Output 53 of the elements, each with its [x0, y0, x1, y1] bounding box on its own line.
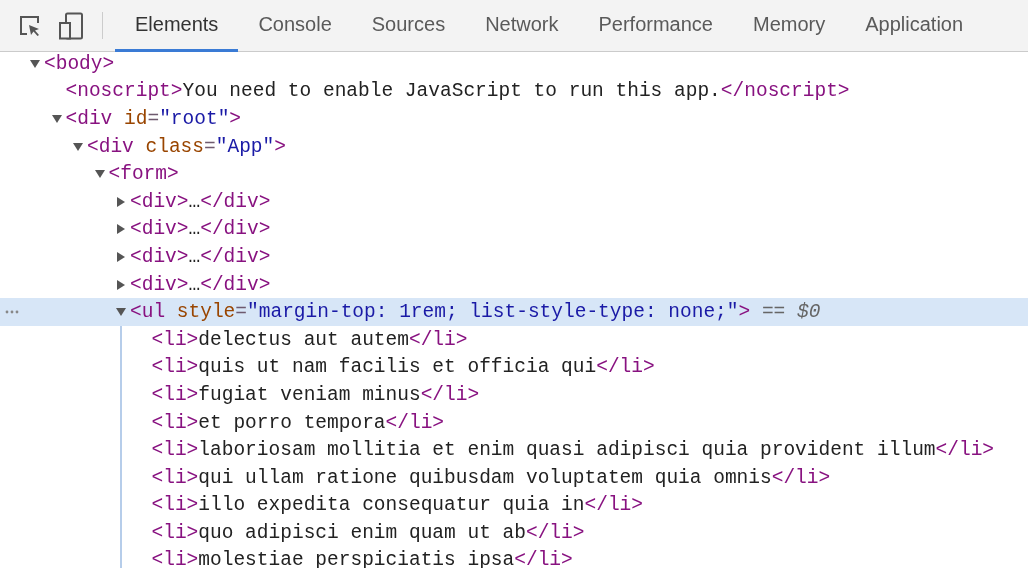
dom-node-row[interactable]: <li>laboriosam mollitia et enim quasi adipisci quia provident illum</li>	[0, 436, 1028, 464]
dom-node-row[interactable]: <div class="App">	[0, 132, 1028, 161]
panel-tab[interactable]: Memory	[733, 0, 846, 52]
html-markup: <li>et porro tempora</li>	[151, 411, 445, 434]
dom-node-row[interactable]: <form>	[0, 160, 1028, 188]
html-markup: <li>delectus aut autem</li>	[151, 328, 468, 351]
html-markup: <li>quo adipisci enim quam ut ab</li>	[151, 521, 585, 544]
html-markup: <noscript>You need to enable JavaScript to run this app.</noscript>	[65, 80, 850, 103]
panel-tab[interactable]: Network	[465, 0, 579, 52]
html-markup: <div>…</div>	[130, 273, 271, 296]
dom-node-row[interactable]: <li>qui ullam ratione quibusdam voluptatem quia omnis</li>	[0, 463, 1028, 492]
html-markup: <div>…</div>	[130, 218, 271, 241]
panel-tab[interactable]: Console	[238, 0, 352, 52]
dom-node-row[interactable]: <li>illo expedita consequatur quia in</li>	[0, 491, 1028, 520]
dom-node-row[interactable]: <noscript>You need to enable JavaScript to run this app.</noscript>	[0, 77, 1028, 106]
collapse-triangle-icon[interactable]	[116, 196, 126, 207]
html-markup: <li>qui ullam ratione quibusdam voluptatem quia omnis</li>	[151, 466, 831, 489]
html-markup: <div>…</div>	[130, 190, 271, 213]
html-markup: <body>	[44, 52, 115, 75]
dom-node-row[interactable]: <li>delectus aut autem</li>	[0, 325, 1028, 354]
expand-triangle-icon[interactable]	[116, 307, 126, 318]
dom-node-row[interactable]: <li>et porro tempora</li>	[0, 408, 1028, 437]
html-markup: <form>	[108, 163, 179, 186]
panel-tab[interactable]: Elements	[115, 0, 239, 52]
dom-node-row[interactable]: <div>…</div>	[0, 187, 1028, 216]
dom-node-row[interactable]: <div>…</div>	[0, 270, 1028, 299]
expand-triangle-icon[interactable]	[30, 58, 40, 69]
expand-triangle-icon[interactable]	[94, 169, 105, 180]
more-icon[interactable]	[5, 310, 19, 315]
expand-triangle-icon[interactable]	[51, 114, 62, 124]
collapse-triangle-icon[interactable]	[116, 224, 126, 235]
dom-node-row[interactable]: <div>…</div>	[0, 215, 1028, 244]
html-markup: <li>laboriosam mollitia et enim quasi adipisci quia provident illum</li>	[151, 439, 995, 462]
panel-tab[interactable]: Sources	[351, 0, 466, 52]
html-markup: <div class="App">	[87, 135, 286, 158]
collapse-triangle-icon[interactable]	[116, 251, 126, 262]
dom-node-row[interactable]: <div>…</div>	[0, 243, 1028, 271]
html-markup: <div>…</div>	[130, 245, 271, 268]
expand-triangle-icon[interactable]	[73, 141, 83, 152]
dom-node-row[interactable]: <li>quis ut nam facilis et officia qui</li>	[0, 353, 1028, 382]
collapse-triangle-icon[interactable]	[116, 279, 126, 290]
dom-node-row[interactable]: <li>fugiat veniam minus</li>	[0, 381, 1028, 409]
dom-node-row[interactable]: <div id="root">	[0, 105, 1028, 133]
html-markup: <ul style="margin-top: 1rem; list-style-type: none;"> == $0	[130, 301, 821, 324]
html-markup: <li>quis ut nam facilis et officia qui</li>	[151, 356, 655, 379]
dom-node-row[interactable]: <li>quo adipisci enim quam ut ab</li>	[0, 519, 1028, 547]
html-markup: <li>fugiat veniam minus</li>	[151, 383, 480, 406]
panel-tab[interactable]: Performance	[578, 0, 733, 52]
html-markup: <div id="root">	[65, 108, 242, 130]
html-markup: <li>illo expedita consequatur quia in</li>	[151, 494, 643, 517]
dom-node-row[interactable]: <body>	[0, 52, 1028, 78]
panel-tab[interactable]: Application	[845, 0, 984, 52]
dom-node-row[interactable]: <ul style="margin-top: 1rem; list-style-type: none;"> == $0	[0, 298, 1028, 326]
